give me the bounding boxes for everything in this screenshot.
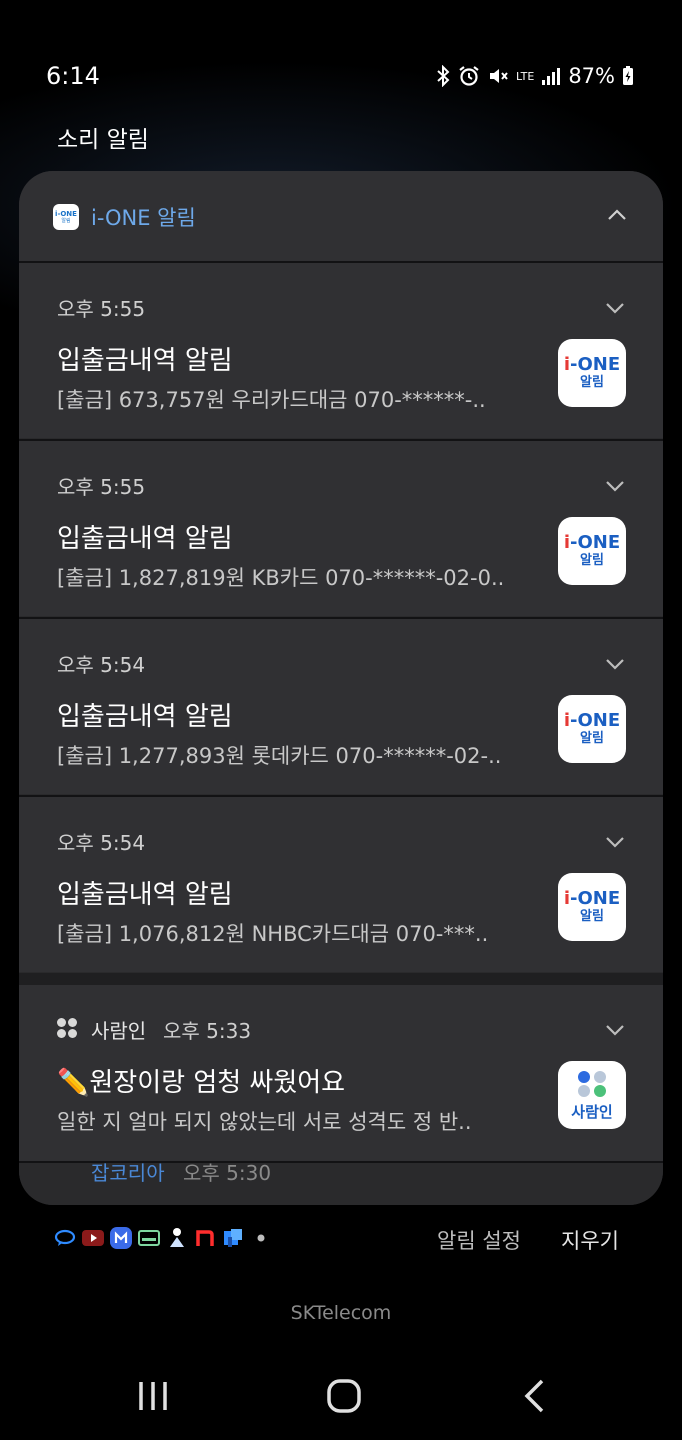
chevron-down-icon[interactable] bbox=[605, 301, 625, 315]
notification-body: [출금] 1,277,893원 롯데카드 070-******-02-.. bbox=[57, 744, 502, 768]
lte-indicator: LTE bbox=[516, 69, 535, 83]
battery-charging-icon bbox=[623, 66, 633, 85]
n-app-icon bbox=[194, 1227, 216, 1249]
notification-settings-button[interactable]: 알림 설정 bbox=[437, 1225, 521, 1255]
ione-app-icon: i-ONE 알림 bbox=[53, 204, 79, 230]
notification-item[interactable]: 오후 5:54 입출금내역 알림 [출금] 1,076,812원 NHBC카드대… bbox=[19, 795, 663, 972]
group-divider bbox=[19, 973, 663, 985]
notification-time: 오후 5:54 bbox=[57, 831, 146, 855]
notification-item[interactable]: 오후 5:55 입출금내역 알림 [출금] 1,827,819원 KB카드 07… bbox=[19, 439, 663, 616]
notification-body: 일한 지 얼마 되지 않았는데 서로 성격도 정 반.. bbox=[57, 1110, 472, 1134]
youtube-icon bbox=[82, 1227, 104, 1249]
recents-icon[interactable] bbox=[136, 1378, 170, 1414]
notification-body: [출금] 1,076,812원 NHBC카드대금 070-***.. bbox=[57, 922, 489, 946]
battery-percent: 87% bbox=[568, 64, 615, 88]
group-title: i-ONE 알림 bbox=[91, 206, 196, 230]
more-dot-icon bbox=[250, 1227, 272, 1249]
clear-button[interactable]: 지우기 bbox=[561, 1225, 619, 1255]
bluetooth-icon bbox=[437, 65, 450, 87]
back-icon[interactable] bbox=[522, 1378, 546, 1414]
home-icon[interactable] bbox=[326, 1378, 362, 1414]
chat-bubble-icon bbox=[54, 1227, 76, 1249]
panel-footer: 알림 설정 지우기 bbox=[0, 1210, 682, 1270]
notification-time: 오후 5:55 bbox=[57, 475, 146, 499]
notification-title: 입출금내역 알림 bbox=[57, 524, 233, 554]
notification-body: [출금] 673,757원 우리카드대금 070-******-.. bbox=[57, 388, 486, 412]
status-icons: LTE 87% bbox=[435, 64, 634, 88]
chevron-down-icon[interactable] bbox=[605, 479, 625, 493]
notification-app-icons[interactable] bbox=[54, 1227, 272, 1249]
chevron-down-icon[interactable] bbox=[605, 657, 625, 671]
notification-title: ✏️원장이랑 엄청 싸웠어요 bbox=[57, 1068, 346, 1098]
notification-panel: i-ONE 알림 i-ONE 알림 오후 5:55 입출금내역 알림 [출금] … bbox=[19, 171, 663, 1205]
notification-body: [출금] 1,827,819원 KB카드 070-******-02-0.. bbox=[57, 566, 505, 590]
ione-group-header[interactable]: i-ONE 알림 i-ONE 알림 bbox=[19, 171, 663, 261]
ione-app-icon: i-ONE 알림 bbox=[558, 873, 626, 941]
bank-app-icon bbox=[222, 1227, 244, 1249]
saramin-app-icon: 사람인 bbox=[558, 1061, 626, 1129]
chevron-down-icon[interactable] bbox=[605, 835, 625, 849]
notification-time: 오후 5:33 bbox=[163, 1019, 252, 1043]
ione-app-icon: i-ONE 알림 bbox=[558, 339, 626, 407]
partial-notification[interactable]: 잡코리아 오후 5:30 bbox=[19, 1161, 663, 1205]
notification-app-name: 사람인 bbox=[91, 1019, 147, 1043]
clock: 6:14 bbox=[46, 62, 100, 90]
chevron-down-icon[interactable] bbox=[605, 1023, 625, 1037]
notification-time: 오후 5:55 bbox=[57, 297, 146, 321]
carrier-label: SKTelecom bbox=[290, 1302, 392, 1324]
notification-time: 오후 5:54 bbox=[57, 653, 146, 677]
notification-item[interactable]: 오후 5:55 입출금내역 알림 [출금] 673,757원 우리카드대금 07… bbox=[19, 261, 663, 438]
ione-app-icon: i-ONE 알림 bbox=[558, 517, 626, 585]
card-icon bbox=[138, 1227, 160, 1249]
m-app-icon bbox=[110, 1227, 132, 1249]
alarm-icon bbox=[459, 66, 479, 86]
person-icon bbox=[166, 1227, 188, 1249]
notification-title: 입출금내역 알림 bbox=[57, 346, 233, 376]
notification-title: 입출금내역 알림 bbox=[57, 702, 233, 732]
notification-time: 오후 5:30 bbox=[183, 1161, 272, 1185]
ione-app-icon: i-ONE 알림 bbox=[558, 695, 626, 763]
saramin-notification[interactable]: 사람인 오후 5:33 ✏️원장이랑 엄청 싸웠어요 일한 지 얼마 되지 않았… bbox=[19, 985, 663, 1161]
notification-item[interactable]: 오후 5:54 입출금내역 알림 [출금] 1,277,893원 롯데카드 07… bbox=[19, 617, 663, 794]
section-label: 소리 알림 bbox=[57, 127, 149, 153]
notification-title: 입출금내역 알림 bbox=[57, 880, 233, 910]
chevron-up-icon[interactable] bbox=[607, 207, 627, 221]
notification-app-name: 잡코리아 bbox=[91, 1161, 165, 1185]
signal-icon bbox=[542, 68, 561, 85]
navigation-bar bbox=[0, 1360, 682, 1440]
mute-icon bbox=[490, 69, 508, 83]
status-bar: 6:14 LTE 87% bbox=[0, 0, 682, 120]
saramin-small-icon bbox=[57, 1018, 77, 1038]
